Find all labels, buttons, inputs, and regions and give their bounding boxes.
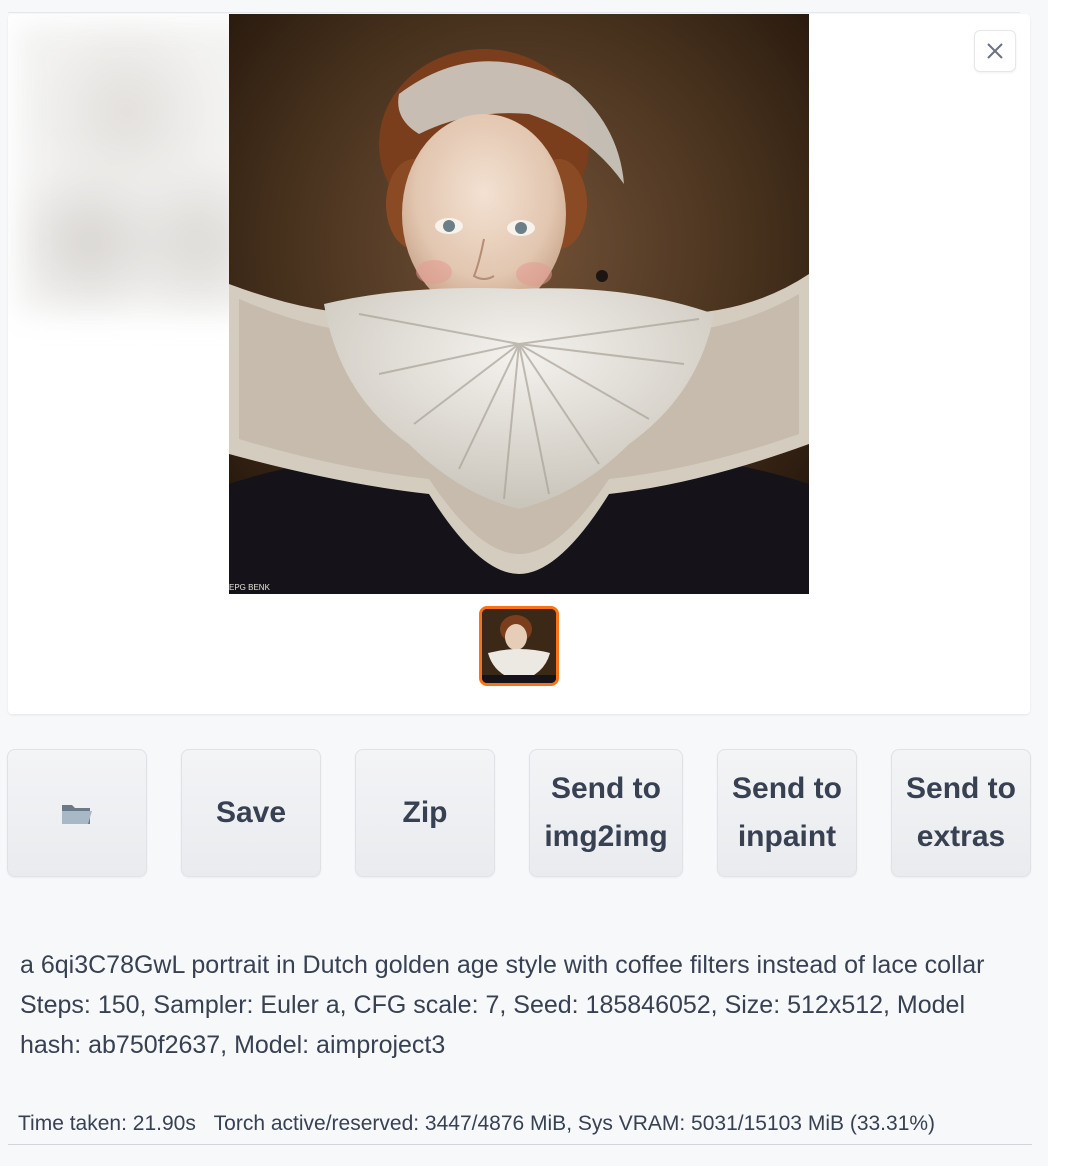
send-to-img2img-line2: img2img [544, 820, 668, 853]
divider [8, 12, 1020, 13]
gallery-thumbnail[interactable] [479, 606, 559, 686]
open-folder-button[interactable] [7, 749, 147, 877]
image-gallery: EPG BENK [8, 14, 1030, 714]
folder-icon [62, 805, 92, 824]
send-to-inpaint-line2: inpaint [737, 820, 837, 853]
send-to-extras-line1: Send to [906, 772, 1016, 805]
generation-prompt: a 6qi3C78GwL portrait in Dutch golden ag… [20, 951, 985, 979]
send-to-extras-button[interactable]: Send to extras [891, 749, 1031, 877]
generated-image[interactable]: EPG BENK [229, 14, 809, 594]
blurred-background-preview [18, 24, 258, 314]
txt2img-output-panel: EPG BENK Save Zip Send to img2img Send t… [0, 0, 1048, 1166]
image-watermark: EPG BENK [229, 583, 270, 592]
send-to-inpaint-button[interactable]: Send to inpaint [717, 749, 857, 877]
send-to-extras-line2: extras [916, 820, 1006, 853]
close-icon [987, 43, 1003, 59]
right-margin [1048, 0, 1066, 1166]
save-button[interactable]: Save [181, 749, 321, 877]
save-button-label: Save [215, 796, 287, 829]
vram-usage: Torch active/reserved: 3447/4876 MiB, Sy… [213, 1112, 936, 1135]
generation-info: a 6qi3C78GwL portrait in Dutch golden ag… [20, 945, 1020, 1065]
send-to-img2img-button[interactable]: Send to img2img [529, 749, 683, 877]
zip-button[interactable]: Zip [355, 749, 495, 877]
thumbnail-image [482, 609, 556, 683]
zip-button-label: Zip [402, 796, 448, 829]
close-preview-button[interactable] [974, 30, 1016, 72]
divider [8, 1144, 1032, 1145]
send-to-img2img-line1: Send to [550, 772, 661, 805]
performance-info: Time taken: 21.90s Torch active/reserved… [18, 1108, 1030, 1140]
generation-params: Steps: 150, Sampler: Euler a, CFG scale:… [20, 991, 966, 1059]
time-taken: Time taken: 21.90s [18, 1112, 196, 1135]
portrait-illustration [229, 14, 809, 594]
send-to-inpaint-line1: Send to [732, 772, 842, 805]
